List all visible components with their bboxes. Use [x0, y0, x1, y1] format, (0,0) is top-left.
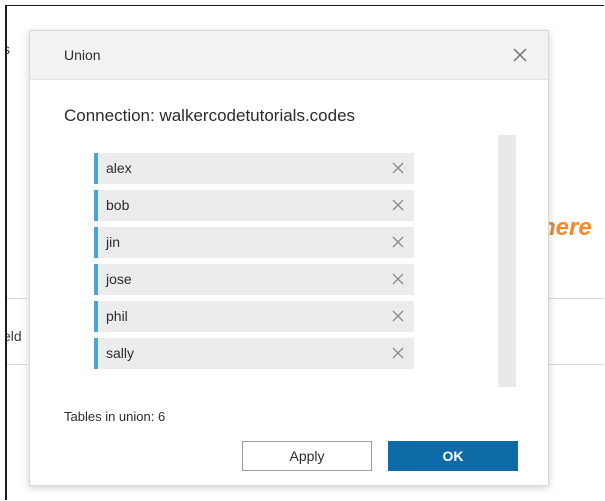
background-text-fragment: eld	[7, 328, 22, 344]
close-icon	[392, 162, 404, 174]
table-name: bob	[106, 197, 130, 213]
table-row: bob	[94, 190, 414, 221]
close-icon	[392, 347, 404, 359]
dialog-header: Union	[30, 31, 548, 80]
apply-button[interactable]: Apply	[242, 441, 372, 471]
app-window: s eld here Union Connection: walkercodet…	[5, 5, 604, 500]
background-divider	[547, 364, 604, 365]
list-scrollbar[interactable]	[498, 135, 516, 387]
union-dialog: Union Connection: walkercodetutorials.co…	[29, 30, 549, 486]
tables-count-label: Tables in union: 6	[64, 409, 166, 424]
background-divider	[7, 298, 27, 299]
table-name: alex	[106, 160, 132, 176]
dialog-title: Union	[64, 47, 101, 63]
table-name: phil	[106, 308, 128, 324]
connection-label: Connection: walkercodetutorials.codes	[64, 106, 356, 125]
table-row: jin	[94, 227, 414, 258]
remove-table-button[interactable]	[390, 308, 406, 324]
remove-table-button[interactable]	[390, 271, 406, 287]
union-table-list: alex bob jin jose phil sally	[94, 153, 414, 375]
close-button[interactable]	[508, 43, 532, 67]
remove-table-button[interactable]	[390, 160, 406, 176]
table-name: jin	[106, 234, 121, 250]
close-icon	[392, 199, 404, 211]
table-name: sally	[106, 345, 135, 361]
background-divider	[7, 364, 27, 365]
ok-button[interactable]: OK	[388, 441, 518, 471]
close-icon	[392, 273, 404, 285]
table-row: phil	[94, 301, 414, 332]
close-icon	[392, 310, 404, 322]
remove-table-button[interactable]	[390, 234, 406, 250]
close-icon	[392, 236, 404, 248]
table-row: jose	[94, 264, 414, 295]
background-divider	[547, 298, 604, 299]
close-icon	[513, 48, 527, 62]
background-text-fragment: s	[7, 41, 10, 57]
remove-table-button[interactable]	[390, 197, 406, 213]
remove-table-button[interactable]	[390, 345, 406, 361]
table-name: jose	[106, 271, 132, 287]
table-row: alex	[94, 153, 414, 184]
table-row: sally	[94, 338, 414, 369]
